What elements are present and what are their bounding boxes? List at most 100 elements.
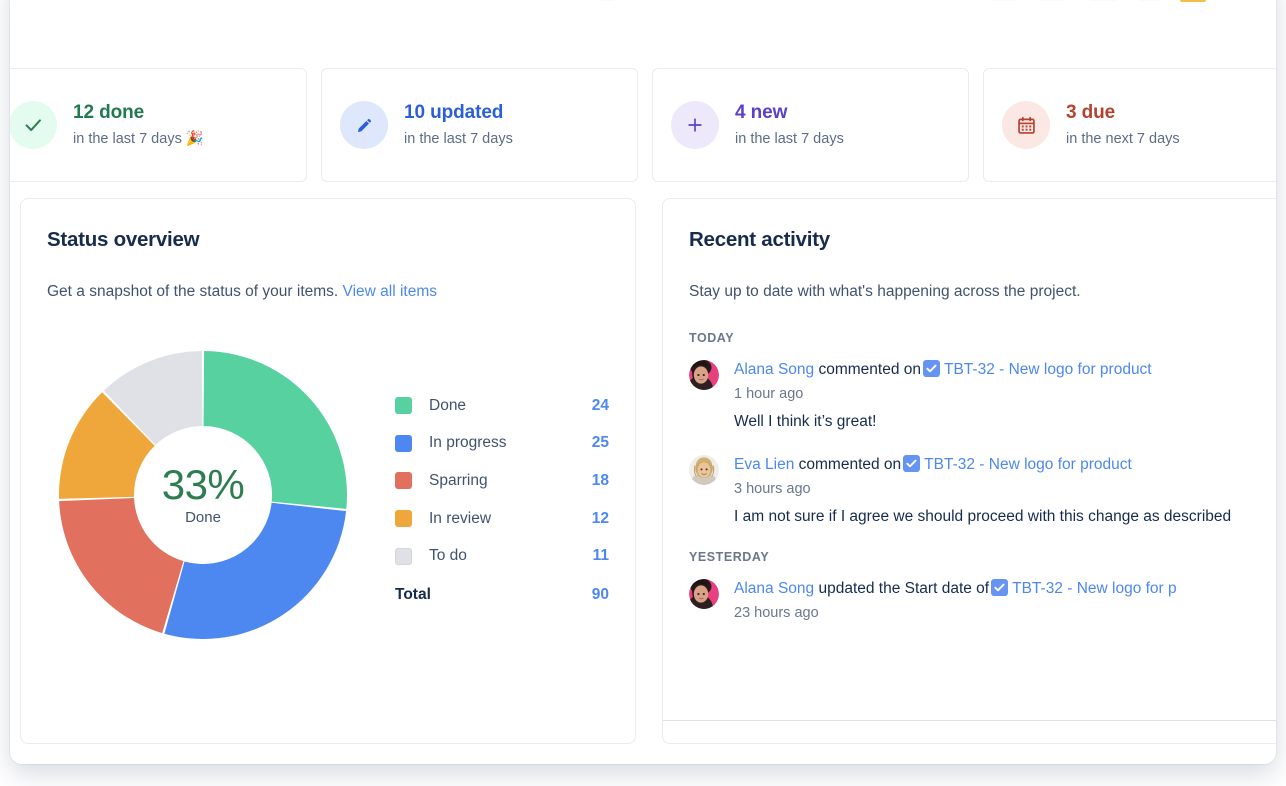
- avatar[interactable]: [689, 579, 719, 609]
- donut-slice-done[interactable]: [203, 351, 347, 509]
- recent-activity-description: Stay up to date with what's happening ac…: [689, 283, 1081, 300]
- activity-action-text: updated the Start date of: [818, 580, 990, 597]
- stat-text: 4 new in the last 7 days: [735, 101, 844, 150]
- legend-swatch-icon: [395, 434, 412, 452]
- check-icon-circle: [10, 101, 57, 149]
- legend-value: 12: [591, 509, 609, 527]
- calendar-icon-circle: [1002, 101, 1050, 149]
- legend-label: In review: [429, 509, 492, 527]
- activity-body: Alana Song commented on TBT-32 - New log…: [734, 358, 1257, 433]
- recent-activity-panel: Recent activity Stay up to date with wha…: [662, 198, 1276, 744]
- cutoff-header-ghost-2: [990, 0, 1016, 1]
- activity-timestamp: 23 hours ago: [734, 605, 819, 621]
- task-checkbox-icon: [991, 579, 1009, 596]
- stat-count-label: 12 done: [73, 101, 145, 123]
- status-overview-inner: Status overview Get a snapshot of the st…: [21, 199, 635, 639]
- activity-day-header: TODAY: [689, 331, 735, 345]
- dashboard-viewport: 12 done in the last 7 days 🎉 10 updated …: [10, 0, 1276, 764]
- avatar-image: [689, 455, 719, 485]
- activity-headline: Eva Lien commented on TBT-32 - New logo …: [734, 453, 1257, 476]
- activity-issue-link[interactable]: TBT-32 - New logo for product: [924, 456, 1132, 473]
- pencil-icon: [357, 118, 371, 132]
- legend-row-to-do[interactable]: To do 11: [395, 537, 609, 575]
- cutoff-header-ghost-4: [1090, 0, 1116, 1]
- stat-period-label: in the last 7 days: [404, 130, 513, 147]
- legend-row-total: Total 90: [395, 576, 609, 614]
- activity-user-link[interactable]: Alana Song: [734, 580, 814, 597]
- legend-swatch-icon: [395, 547, 412, 565]
- task-checkbox-icon: [903, 455, 921, 472]
- activity-headline: Alana Song updated the Start date of TBT…: [734, 577, 1257, 600]
- status-overview-description-text: Get a snapshot of the status of your ite…: [47, 283, 339, 300]
- activity-action-text: commented on: [798, 456, 902, 473]
- activity-action-text: commented on: [818, 361, 921, 378]
- legend-value: 24: [591, 396, 609, 414]
- task-checkbox-icon: [923, 360, 940, 377]
- avatar[interactable]: [689, 455, 719, 485]
- status-chart-area: 33% Done Done 24 In progress 25 Sparring 18 In…: [47, 351, 609, 639]
- plus-icon: [688, 118, 702, 132]
- legend-label: To do: [429, 547, 467, 565]
- stat-card-due[interactable]: 3 due in the next 7 days: [983, 68, 1276, 182]
- cutoff-header-ghost-1: [600, 0, 614, 1]
- page-title-recent-activity: Recent activity: [689, 228, 830, 251]
- legend-total-label: Total: [395, 585, 431, 603]
- activity-item: Alana Song commented on TBT-32 - New log…: [689, 358, 1257, 433]
- stats-row: 12 done in the last 7 days 🎉 10 updated …: [10, 68, 1276, 182]
- activity-day-header: YESTERDAY: [689, 550, 770, 564]
- donut-svg: [59, 351, 347, 639]
- activity-timestamp: 1 hour ago: [734, 386, 804, 402]
- stat-card-new[interactable]: 4 new in the last 7 days: [652, 68, 969, 182]
- activity-user-link[interactable]: Eva Lien: [734, 456, 794, 473]
- stat-text: 3 due in the next 7 days: [1066, 101, 1180, 150]
- legend-swatch-icon: [395, 472, 412, 490]
- legend-row-sparring[interactable]: Sparring 18: [395, 462, 609, 500]
- avatar[interactable]: [689, 360, 719, 390]
- legend-label: Done: [429, 396, 467, 414]
- stat-card-updated[interactable]: 10 updated in the last 7 days: [321, 68, 638, 182]
- legend-swatch-icon: [395, 510, 412, 528]
- recent-activity-inner: Recent activity Stay up to date with wha…: [663, 199, 1276, 624]
- activity-item: Eva Lien commented on TBT-32 - New logo …: [689, 453, 1257, 528]
- window-frame: 12 done in the last 7 days 🎉 10 updated …: [10, 0, 1276, 764]
- cutoff-header-ghost-6: [1180, 0, 1206, 2]
- activity-user-link[interactable]: Alana Song: [734, 361, 814, 378]
- activity-timestamp: 3 hours ago: [734, 481, 811, 497]
- activity-issue-link[interactable]: TBT-32 - New logo for product: [944, 361, 1152, 378]
- donut-slice-sparring[interactable]: [59, 497, 184, 634]
- view-all-items-link[interactable]: View all items: [343, 283, 437, 300]
- status-donut-chart[interactable]: 33% Done: [59, 351, 347, 639]
- legend-label: Sparring: [429, 471, 488, 489]
- legend-row-in-review[interactable]: In review 12: [395, 500, 609, 538]
- cutoff-header-ghost-3: [1040, 0, 1066, 1]
- status-legend: Done 24 In progress 25 Sparring 18 In review 12…: [395, 387, 609, 614]
- donut-slice-in-progress[interactable]: [164, 502, 347, 639]
- stat-text: 12 done in the last 7 days 🎉: [73, 101, 204, 150]
- legend-total-value: 90: [591, 585, 609, 603]
- activity-panel-divider: [663, 720, 1276, 721]
- stat-count-label: 3 due: [1066, 101, 1116, 123]
- stat-count-label: 10 updated: [404, 101, 504, 123]
- stat-period-label: in the next 7 days: [1066, 130, 1180, 147]
- legend-row-in-progress[interactable]: In progress 25: [395, 425, 609, 463]
- plus-icon-circle: [671, 101, 719, 149]
- legend-label: In progress: [429, 434, 507, 452]
- stat-text: 10 updated in the last 7 days: [404, 101, 513, 150]
- activity-body: Eva Lien commented on TBT-32 - New logo …: [734, 453, 1257, 528]
- panels-row: Status overview Get a snapshot of the st…: [20, 198, 1276, 744]
- legend-row-done[interactable]: Done 24: [395, 387, 609, 425]
- pencil-icon-circle: [340, 101, 388, 149]
- stat-card-done[interactable]: 12 done in the last 7 days 🎉: [10, 68, 307, 182]
- activity-comment-text: I am not sure if I agree we should proce…: [734, 508, 1232, 525]
- legend-value: 18: [591, 471, 609, 489]
- status-overview-description: Get a snapshot of the status of your ite…: [47, 281, 609, 303]
- status-overview-panel: Status overview Get a snapshot of the st…: [20, 198, 636, 744]
- stat-period-label: in the last 7 days: [735, 130, 844, 147]
- stat-count-label: 4 new: [735, 101, 788, 123]
- activity-list: TODAY Alana Song commented on TBT-32 - N…: [689, 329, 1257, 624]
- avatar-image: [689, 360, 719, 390]
- activity-issue-link[interactable]: TBT-32 - New logo for p: [1012, 580, 1177, 597]
- cutoff-header-ghost-5: [1140, 0, 1162, 1]
- check-icon: [25, 119, 41, 132]
- activity-headline: Alana Song commented on TBT-32 - New log…: [734, 358, 1257, 381]
